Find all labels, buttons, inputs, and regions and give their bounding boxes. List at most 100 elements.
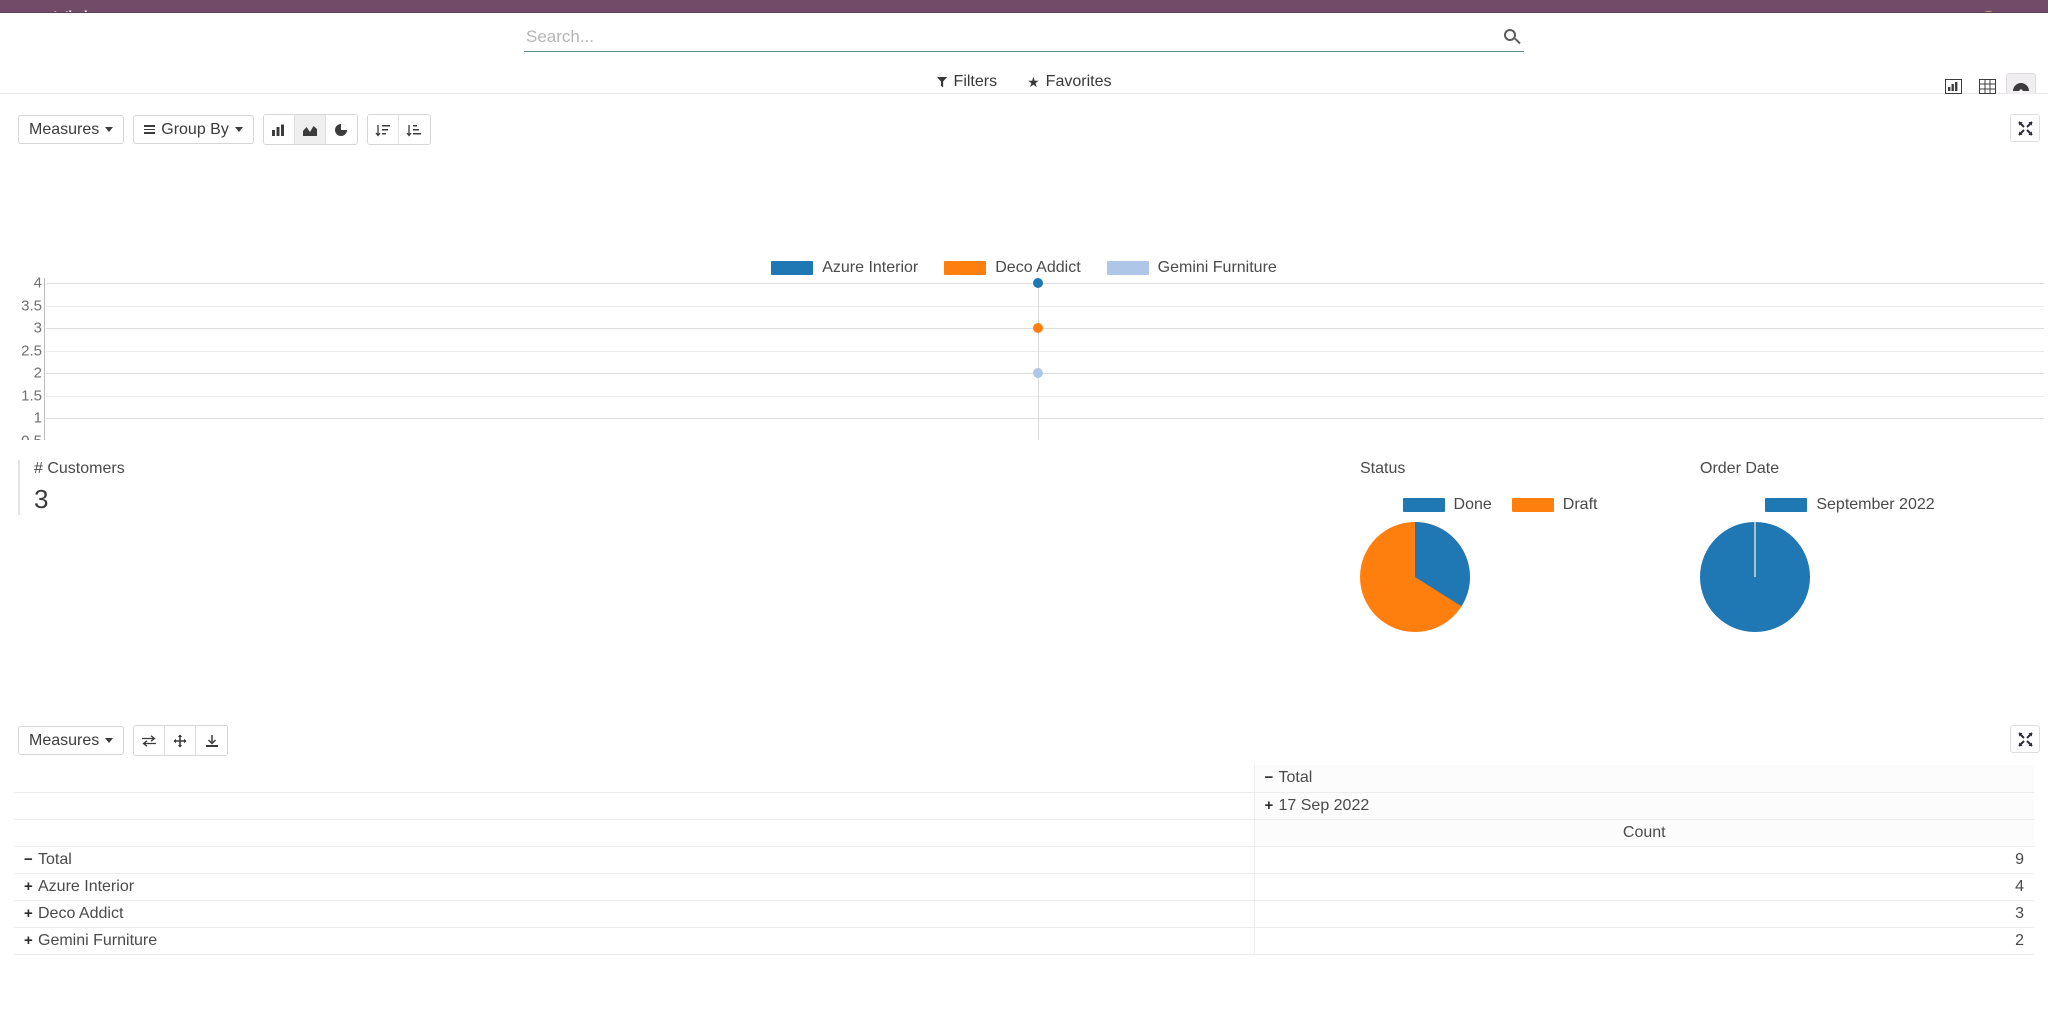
legend-item-2[interactable]: Gemini Furniture [1106, 259, 1277, 277]
status-legend-label-1: Draft [1562, 496, 1598, 513]
search-bar[interactable] [524, 27, 1524, 52]
measures-dropdown-pivot[interactable]: Measures [18, 726, 125, 755]
status-pie-block: Status Done Draft [1360, 460, 1640, 637]
pivot-row-1-value: 3 [1254, 900, 2034, 928]
legend-swatch-deco-addict [944, 261, 987, 275]
pivot-row-2-label-cell[interactable]: + Gemini Furniture [14, 927, 1255, 955]
status-legend-item-0[interactable]: Done [1402, 496, 1492, 514]
y-axis-labels: 4 3.5 3 2.5 2 1.5 1 0.5 0 [0, 275, 42, 472]
exchange-icon [142, 734, 157, 747]
gridline-3 [46, 328, 2044, 329]
group-by-label: Group By [161, 120, 229, 138]
filters-label: Filters [953, 73, 998, 90]
pivot-corner-cell-3 [14, 819, 1255, 847]
legend-item-1[interactable]: Deco Addict [944, 259, 1081, 277]
y-tick-2: 1 [33, 409, 42, 427]
pivot-action-group [133, 725, 229, 756]
status-legend-label-0: Done [1453, 496, 1492, 513]
dashboard-icon [2013, 82, 2029, 93]
data-point-azure-interior[interactable] [1033, 278, 1043, 288]
search-icon[interactable] [1502, 27, 1522, 47]
pivot-col-total-label: Total [1278, 769, 1313, 787]
area-chart-icon [302, 125, 317, 136]
legend-item-0[interactable]: Azure Interior [771, 259, 918, 277]
pivot-row-total-value: 9 [1254, 846, 2034, 874]
graph-panel: Measures Group By Azure Interior Deco Ad… [0, 94, 2048, 492]
control-panel: Filters ★ Favorites [0, 13, 2048, 99]
top-navbar: Visits Orders To Invoice Products Report… [0, 0, 2048, 13]
plus-icon: + [24, 904, 33, 922]
y-axis-line [44, 278, 45, 463]
minus-icon: − [1264, 769, 1274, 787]
measures-dropdown-graph[interactable]: Measures [18, 115, 125, 144]
expand-all-button[interactable] [165, 726, 197, 755]
pivot-col-date-header[interactable]: +17 Sep 2022 [1254, 792, 2034, 820]
gridline-1 [46, 418, 2044, 419]
chart-type-line-button[interactable] [294, 115, 326, 144]
order-date-pie-legend: September 2022 [1700, 496, 2000, 514]
legend-swatch-done [1402, 498, 1445, 512]
sort-ascending-button[interactable] [398, 115, 430, 144]
status-legend-item-1[interactable]: Draft [1511, 496, 1598, 514]
sort-descending-button[interactable] [367, 115, 399, 144]
flip-axis-button[interactable] [134, 726, 166, 755]
order-date-legend-item-0[interactable]: September 2022 [1765, 496, 1935, 514]
pivot-col-total-header[interactable]: − Total [1254, 765, 2034, 793]
data-point-deco-addict[interactable] [1033, 323, 1043, 333]
pivot-row-0-value: 4 [1254, 873, 2034, 901]
graph-toolbar: Measures Group By [18, 114, 431, 145]
expand-icon [2017, 731, 2033, 747]
pivot-header-row-total: − Total [14, 765, 2034, 793]
legend-swatch-september-2022 [1765, 498, 1808, 512]
order-date-pie-title: Order Date [1700, 460, 1780, 477]
group-by-dropdown[interactable]: Group By [133, 115, 254, 144]
pivot-row-0-label-cell[interactable]: + Azure Interior [14, 873, 1255, 901]
pivot-row-total-label: Total [38, 850, 72, 868]
pie-chart-icon [335, 123, 348, 136]
sort-group [366, 114, 431, 145]
funnel-icon [936, 76, 948, 88]
dashboard-aggregates-row: # Customers 3 Status Done Draft Order Da… [0, 440, 2048, 705]
pivot-row-2-label: Gemini Furniture [38, 931, 158, 949]
star-icon: ★ [1027, 74, 1040, 90]
y-tick-6: 3 [33, 319, 42, 337]
chart-type-bar-button[interactable] [263, 115, 295, 144]
chevron-down-icon [105, 738, 114, 743]
pivot-expand-button[interactable] [2010, 725, 2040, 753]
y-tick-7: 3.5 [21, 297, 42, 314]
chart-type-pie-button[interactable] [325, 115, 357, 144]
legend-label-2: Gemini Furniture [1157, 259, 1277, 276]
pivot-row-1-label: Deco Addict [38, 904, 124, 922]
chevron-down-icon [234, 127, 243, 132]
pivot-col-date-label: 17 Sep 2022 [1278, 796, 1370, 814]
gridline-4 [46, 283, 2044, 284]
pivot-table: − Total +17 Sep 2022 Count − Total 9 + Azur… [14, 765, 2034, 955]
pivot-corner-cell [14, 765, 1255, 793]
status-pie-title: Status [1360, 460, 1406, 477]
arrows-icon [173, 734, 187, 747]
legend-label-1: Deco Addict [995, 259, 1081, 276]
data-point-gemini-furniture[interactable] [1033, 368, 1043, 378]
download-xlsx-button[interactable] [196, 726, 228, 755]
sort-amount-asc-icon [406, 124, 422, 137]
order-date-pie-block: Order Date September 2022 [1700, 460, 2000, 637]
gridline-2_5 [46, 350, 2044, 352]
filters-toggle[interactable]: Filters [936, 73, 998, 91]
status-pie-chart[interactable] [1360, 522, 1470, 632]
expand-icon [2017, 120, 2033, 136]
topnav-right-tools: ☰ ✉ ⚙ ? 🐛 ⏱ [1783, 0, 2036, 12]
measures-label: Measures [29, 120, 100, 138]
search-input[interactable] [524, 27, 1502, 47]
order-date-pie-chart[interactable] [1700, 522, 1810, 632]
pivot-measure-header[interactable]: Count [1254, 819, 2034, 847]
pivot-header-row-date: +17 Sep 2022 [14, 792, 2034, 820]
gridline-1_5 [46, 395, 2044, 397]
pivot-row-1-label-cell[interactable]: + Deco Addict [14, 900, 1255, 928]
pivot-row-total-label-cell[interactable]: − Total [14, 846, 1255, 874]
legend-label-0: Azure Interior [822, 259, 919, 276]
favorites-toggle[interactable]: ★ Favorites [1027, 73, 1111, 91]
y-tick-4: 2 [33, 364, 42, 382]
graph-expand-button[interactable] [2010, 114, 2040, 142]
favorites-label: Favorites [1045, 73, 1112, 90]
pivot-measures-label: Measures [29, 731, 100, 749]
